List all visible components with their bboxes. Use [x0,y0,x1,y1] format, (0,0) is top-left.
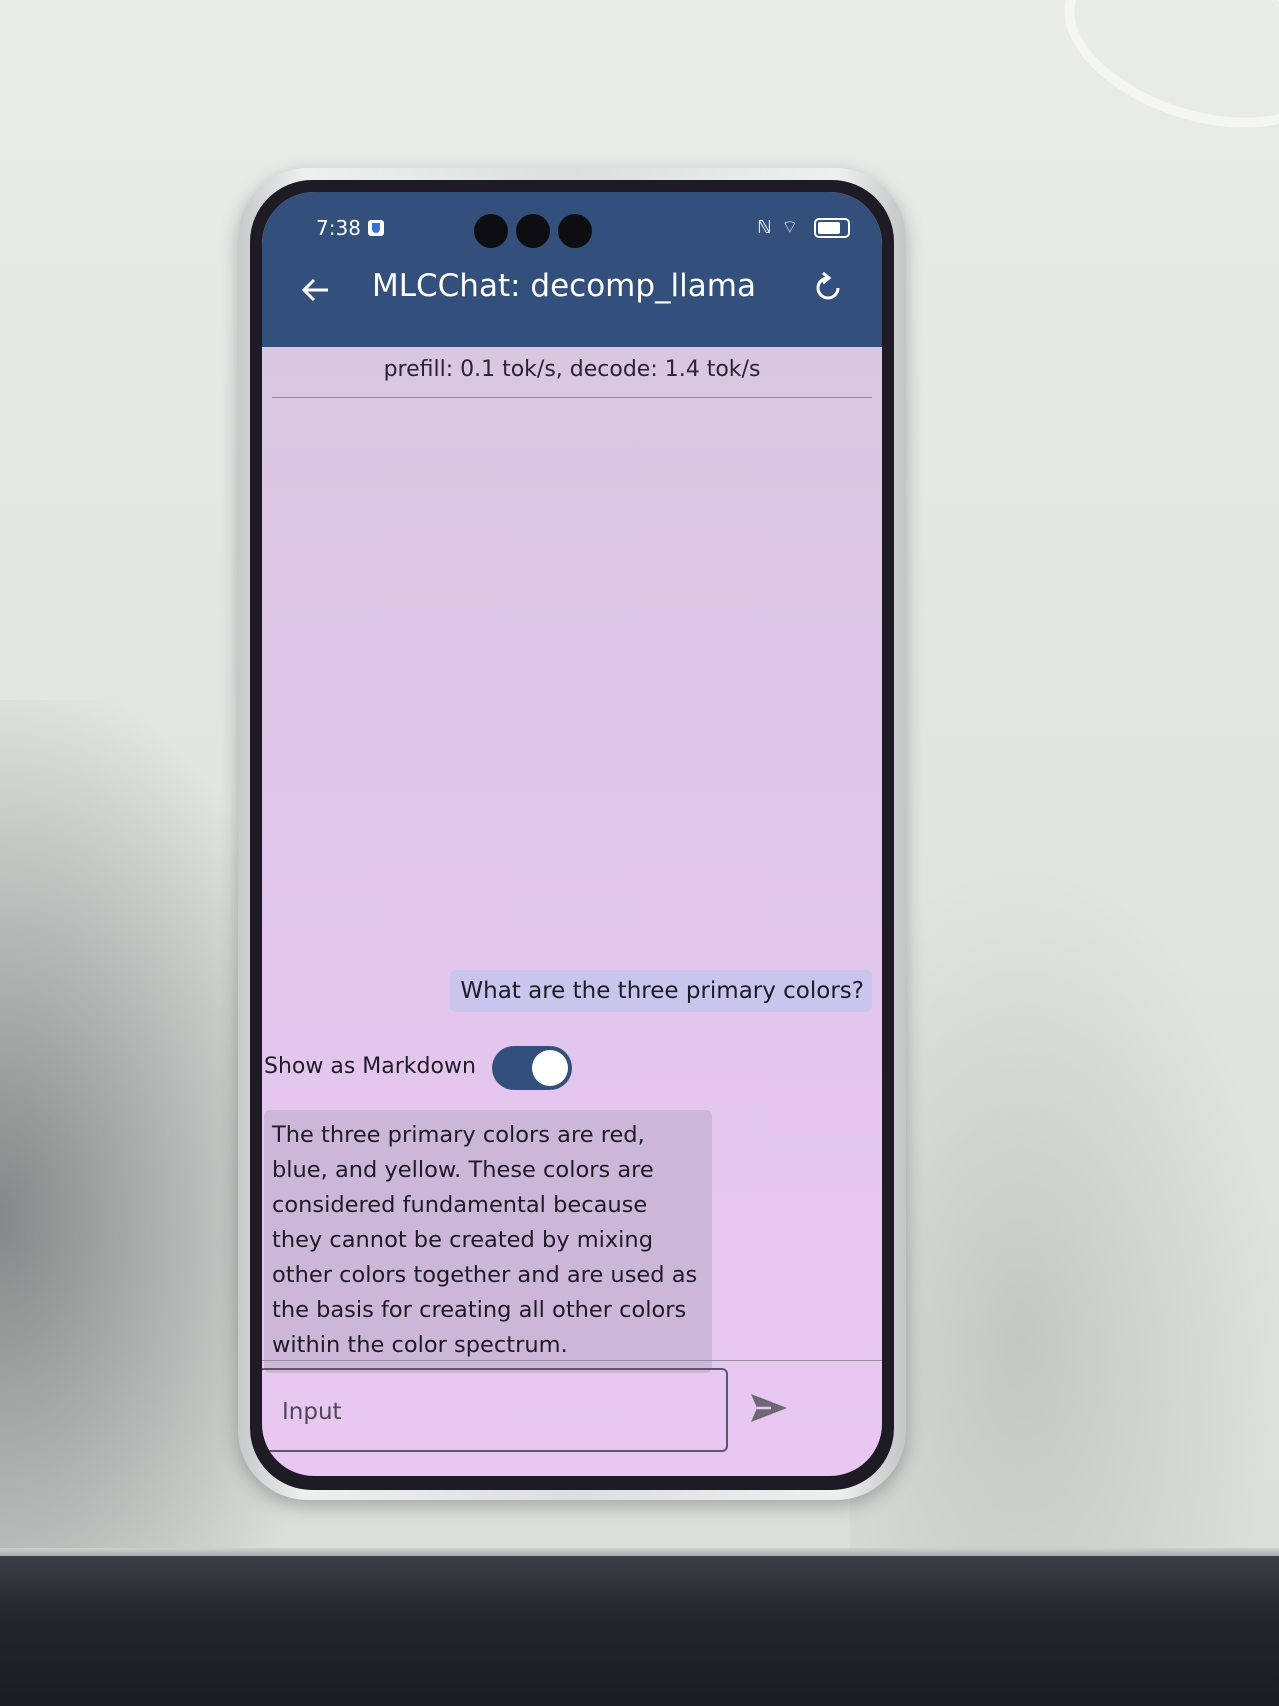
send-icon[interactable] [747,1388,791,1428]
refresh-icon[interactable] [810,270,846,306]
battery-icon [814,218,850,238]
status-time: 7:38 [316,216,361,240]
phone-screen: 7:38 ℕ ⌔ MLCChat: decomp_llama prefill: … [262,192,882,1476]
page-title: MLCChat: decomp_llama [372,268,756,304]
desk-front [0,1556,1279,1706]
front-camera [516,214,550,248]
message-input[interactable] [280,1394,704,1430]
status-icons: ℕ ⌔ [757,216,850,239]
markdown-toggle-switch[interactable] [492,1046,572,1090]
speed-stats: prefill: 0.1 tok/s, decode: 1.4 tok/s [383,357,761,382]
divider [272,397,872,398]
arrow-left-icon[interactable] [296,270,336,310]
front-camera [474,214,508,248]
white-cable [1042,0,1279,160]
wifi-icon: ⌔ [781,217,801,238]
markdown-toggle-label: Show as Markdown [264,1054,476,1079]
assistant-message-bubble: The three primary colors are red, blue, … [264,1110,712,1373]
shield-icon [368,220,384,236]
divider [262,1360,882,1361]
markdown-toggle-row: Show as Markdown [264,1040,664,1096]
message-input-box[interactable] [262,1368,728,1452]
photo-scene: 7:38 ℕ ⌔ MLCChat: decomp_llama prefill: … [0,0,1279,1706]
front-camera [558,214,592,248]
vibrate-icon: ℕ [757,217,774,238]
desk-shadow [850,850,1279,1550]
app-bar: 7:38 ℕ ⌔ MLCChat: decomp_llama [262,192,882,347]
user-message-bubble: What are the three primary colors? [450,970,872,1012]
toggle-knob [532,1050,568,1086]
